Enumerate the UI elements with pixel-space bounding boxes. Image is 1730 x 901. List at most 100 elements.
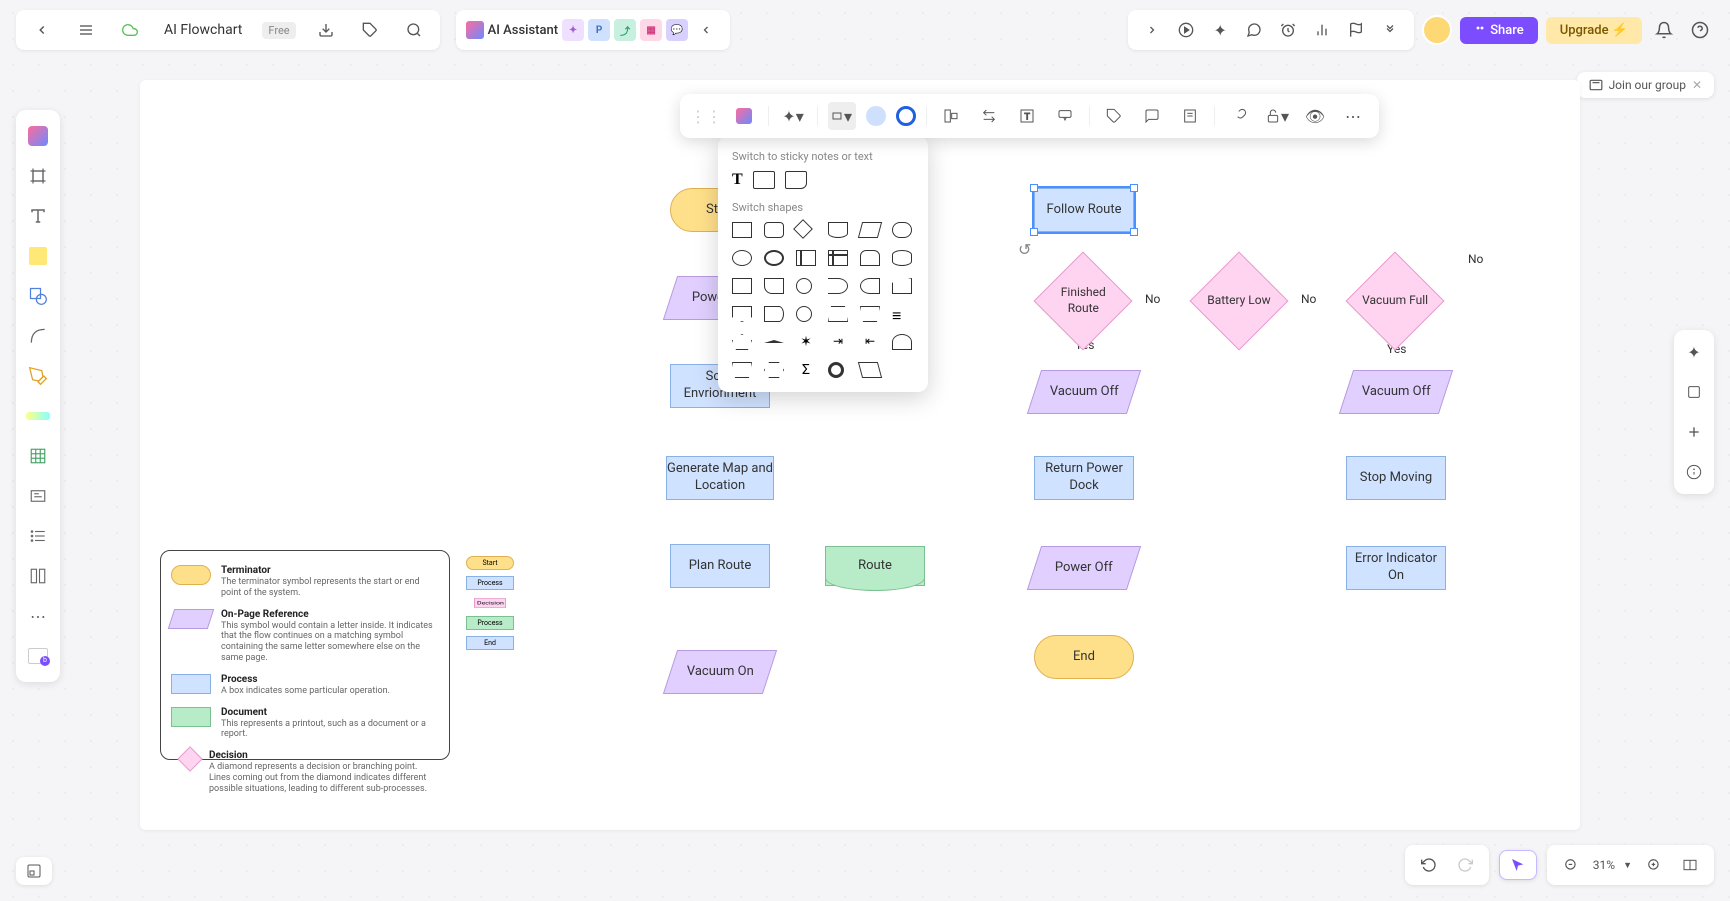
shape-summing[interactable] [796, 306, 812, 322]
node-error-indicator[interactable]: Error Indicator On [1346, 546, 1446, 590]
lock-button[interactable]: ▾ [1263, 102, 1291, 130]
picker-sticky-1[interactable] [753, 171, 775, 189]
logo-tool[interactable] [20, 118, 56, 154]
mini-flowchart[interactable]: Start Process Decision Process End [460, 550, 520, 656]
undo-button[interactable] [1415, 851, 1443, 879]
shape-internal-storage[interactable] [828, 250, 848, 266]
templates-tool[interactable]: b [20, 638, 56, 674]
shape-ring[interactable] [764, 250, 784, 266]
shape-rect[interactable] [732, 222, 752, 238]
node-vacuum-full[interactable]: Vacuum Full [1346, 252, 1445, 351]
node-vacuum-off-1[interactable]: Vacuum Off [1027, 370, 1141, 414]
ai-chip-share-icon[interactable]: ⤴ [614, 19, 636, 41]
picker-sticky-2[interactable] [785, 171, 807, 189]
focus-button[interactable]: 👁 [1301, 102, 1329, 130]
close-icon[interactable]: ✕ [1692, 78, 1702, 92]
play-button[interactable] [1172, 16, 1200, 44]
node-battery-low[interactable]: Battery Low [1190, 252, 1289, 351]
shape-loop-limit[interactable] [892, 334, 912, 350]
chevron-right-icon[interactable] [1138, 16, 1166, 44]
node-stop-moving[interactable]: Stop Moving [1346, 456, 1446, 500]
ai-tool-button[interactable] [730, 102, 758, 130]
connector-tool[interactable] [20, 318, 56, 354]
tag-tool-button[interactable] [1100, 102, 1128, 130]
more-tools[interactable]: ⋯ [20, 598, 56, 634]
share-button[interactable]: Share [1460, 17, 1538, 44]
shape-tool[interactable] [20, 278, 56, 314]
shape-offpage[interactable] [732, 306, 752, 322]
node-finished-route[interactable]: Finished Route [1034, 252, 1133, 351]
node-follow-route[interactable]: Follow Route [1034, 188, 1134, 232]
ai-assistant-label[interactable]: AI Assistant [488, 23, 558, 38]
node-power-off[interactable]: Power Off [1027, 546, 1141, 590]
shape-manual-op[interactable] [828, 306, 848, 322]
shape-or[interactable]: Σ [796, 362, 816, 378]
search-button[interactable] [400, 16, 428, 44]
notifications-button[interactable] [1650, 16, 1678, 44]
fill-color-swatch[interactable] [866, 106, 886, 126]
menu-button[interactable] [72, 16, 100, 44]
legend-box[interactable]: TerminatorThe terminator symbol represen… [160, 550, 450, 760]
resize-handle-ne[interactable] [1130, 184, 1138, 192]
user-avatar[interactable] [1422, 15, 1452, 45]
sparkle-button[interactable]: ✦ [1206, 16, 1234, 44]
timer-button[interactable] [1274, 16, 1302, 44]
shape-terminator-ring[interactable] [828, 362, 844, 378]
shape-card[interactable] [828, 222, 848, 238]
upgrade-button[interactable]: Upgrade ⚡ [1546, 17, 1642, 44]
flag-button[interactable] [1342, 16, 1370, 44]
flip-button[interactable] [975, 102, 1003, 130]
shape-divider[interactable]: ≡ [892, 306, 912, 322]
text-card-tool[interactable] [20, 478, 56, 514]
drag-handle-icon[interactable]: ⋮⋮ [692, 102, 720, 130]
ai-chip-1[interactable]: ✦ [562, 19, 584, 41]
shape-predefined[interactable] [796, 250, 816, 266]
shape-manual-input[interactable] [892, 278, 912, 294]
minimap-button[interactable] [1676, 851, 1704, 879]
shape-collate[interactable]: ✶ [796, 334, 816, 350]
chart-button[interactable] [1308, 16, 1336, 44]
minimap-toggle[interactable] [16, 857, 52, 885]
node-generate-map[interactable]: Generate Map and Location [666, 456, 774, 500]
shape-stored-data[interactable] [764, 278, 784, 294]
add-button[interactable] [1680, 418, 1708, 446]
shape-database[interactable] [892, 250, 912, 266]
shape-switch-button[interactable]: ▾ [828, 102, 856, 130]
shape-connector-circle[interactable] [796, 278, 812, 294]
back-button[interactable] [28, 16, 56, 44]
zoom-level[interactable]: 31% [1593, 858, 1615, 872]
note-tool-button[interactable] [1176, 102, 1204, 130]
rotate-handle-icon[interactable]: ↺ [1018, 240, 1031, 259]
comment-button[interactable] [1240, 16, 1268, 44]
node-vacuum-off-2[interactable]: Vacuum Off [1339, 370, 1453, 414]
list-tool[interactable] [20, 518, 56, 554]
help-button[interactable] [1686, 16, 1714, 44]
magic-button[interactable]: ✦▾ [779, 102, 807, 130]
ai-chip-p[interactable]: P [588, 19, 610, 41]
shape-diamond[interactable] [793, 219, 813, 239]
more-tools-dropdown[interactable] [1376, 16, 1404, 44]
text-style-button[interactable]: T [1013, 102, 1041, 130]
node-route-doc[interactable]: Route [825, 546, 925, 586]
tooltip-button[interactable] [1051, 102, 1079, 130]
document-title[interactable]: AI Flowchart [164, 22, 242, 38]
link-tool-button[interactable] [1225, 102, 1253, 130]
resize-handle-nw[interactable] [1030, 184, 1038, 192]
shape-display[interactable] [860, 278, 880, 294]
more-button[interactable]: ⋯ [1339, 102, 1367, 130]
highlighter-tool[interactable] [20, 398, 56, 434]
comment-tool-button[interactable] [1138, 102, 1166, 130]
magic-wand-button[interactable]: ✦ [1680, 338, 1708, 366]
sticky-note-tool[interactable] [20, 238, 56, 274]
export-frame-button[interactable] [1680, 378, 1708, 406]
shape-pentagon-house[interactable] [732, 334, 752, 350]
node-return-dock[interactable]: Return Power Dock [1034, 456, 1134, 500]
shape-roundrect[interactable] [764, 222, 784, 238]
zoom-dropdown-icon[interactable]: ▼ [1623, 860, 1632, 871]
shape-trapezoid[interactable] [860, 306, 880, 322]
redo-button[interactable] [1451, 851, 1479, 879]
node-plan-route[interactable]: Plan Route [670, 544, 770, 588]
shape-subprocess[interactable] [732, 278, 752, 294]
table-tool[interactable] [20, 438, 56, 474]
ai-chip-chat-icon[interactable]: 💬 [666, 19, 688, 41]
